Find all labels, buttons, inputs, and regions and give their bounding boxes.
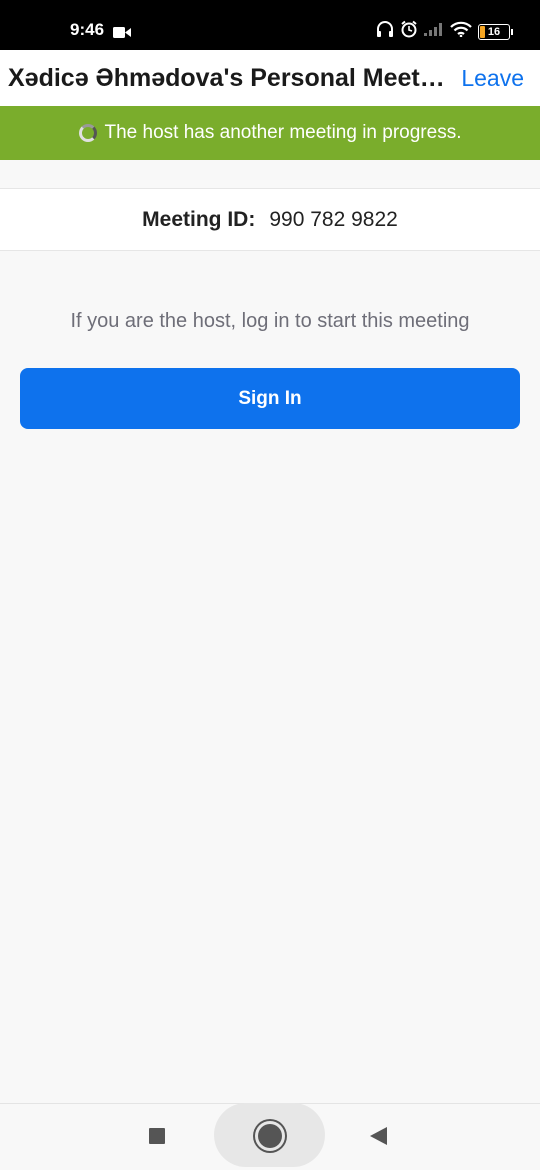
sign-in-button[interactable]: Sign In <box>20 368 520 429</box>
status-bar: 9:46 16 <box>0 0 540 50</box>
status-time: 9:46 <box>70 20 105 39</box>
battery-level: 16 <box>487 25 501 38</box>
meeting-id-value: 990 782 9822 <box>269 207 398 231</box>
meeting-id-row: Meeting ID: 990 782 9822 <box>0 188 540 251</box>
meeting-title: Xədicə Əhmədova's Personal Meeting Room <box>8 64 448 92</box>
leave-button[interactable]: Leave <box>461 65 524 92</box>
loading-spinner-icon <box>78 124 97 142</box>
video-camera-icon <box>113 25 131 43</box>
signal-icon <box>424 22 444 41</box>
status-banner: The host has another meeting in progress… <box>0 106 540 160</box>
wifi-icon <box>450 21 472 42</box>
system-nav-bar <box>0 1103 540 1170</box>
recents-square-icon[interactable] <box>149 1128 165 1144</box>
headphones-icon <box>376 21 394 42</box>
back-triangle-icon[interactable] <box>370 1127 387 1145</box>
banner-text: The host has another meeting in progress… <box>104 122 462 143</box>
battery-icon: 16 <box>478 23 513 40</box>
meeting-id-label: Meeting ID: <box>142 207 256 231</box>
alarm-icon <box>400 20 418 43</box>
meeting-header: Xədicə Əhmədova's Personal Meeting Room … <box>0 50 540 106</box>
host-hint-text: If you are the host, log in to start thi… <box>70 310 470 332</box>
home-circle-icon[interactable] <box>258 1124 282 1148</box>
